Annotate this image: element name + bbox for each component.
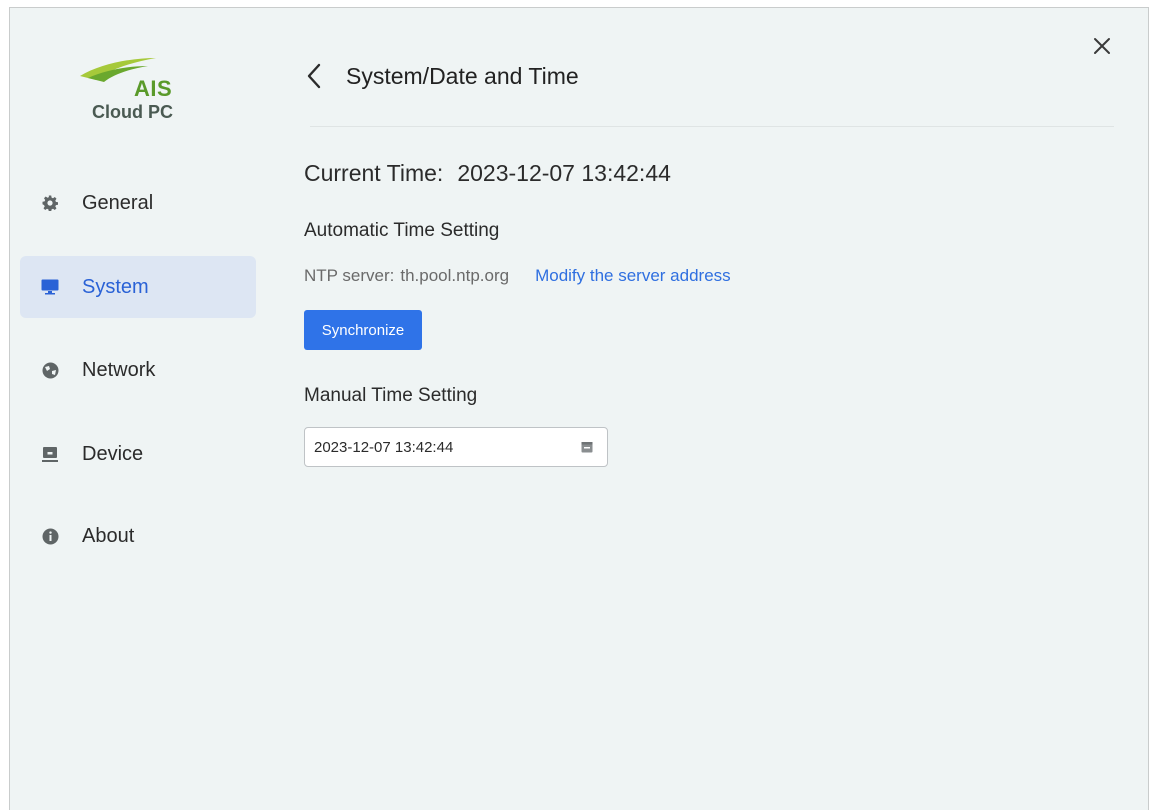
manual-time-section-title: Manual Time Setting bbox=[304, 385, 478, 406]
logo-brand-text: AIS bbox=[134, 76, 173, 101]
header-divider bbox=[310, 126, 1114, 127]
sidebar-item-label: Device bbox=[82, 442, 144, 465]
logo-product-text: Cloud PC bbox=[92, 102, 173, 122]
gear-icon bbox=[40, 193, 60, 213]
auto-time-section-title: Automatic Time Setting bbox=[304, 220, 500, 241]
sidebar-item-device[interactable]: Device bbox=[20, 423, 256, 485]
chevron-left-icon bbox=[307, 63, 321, 89]
ntp-server-label: NTP server: bbox=[304, 266, 395, 285]
current-time-value: 2023-12-07 13:42:44 bbox=[457, 160, 671, 186]
synchronize-button[interactable]: Synchronize bbox=[304, 310, 422, 350]
current-time-label: Current Time: bbox=[304, 160, 444, 186]
ais-logo: AIS Cloud PC bbox=[78, 54, 198, 144]
device-icon bbox=[40, 444, 60, 464]
ntp-server-value: th.pool.ntp.org bbox=[400, 266, 510, 285]
manual-datetime-input[interactable] bbox=[314, 438, 554, 456]
page-header: System/Date and Time bbox=[306, 58, 579, 94]
current-time: Current Time: 2023-12-07 13:42:44 bbox=[304, 160, 671, 187]
modify-server-link[interactable]: Modify the server address bbox=[535, 266, 731, 286]
sidebar-item-about[interactable]: About bbox=[20, 505, 256, 567]
monitor-icon bbox=[40, 277, 60, 297]
ntp-server-row: NTP server: th.pool.ntp.org Modify the s… bbox=[304, 266, 731, 286]
sidebar-item-label: Network bbox=[82, 358, 156, 381]
manual-datetime-field[interactable] bbox=[304, 427, 608, 467]
info-icon bbox=[40, 526, 60, 546]
globe-icon bbox=[40, 360, 60, 380]
sidebar-item-label: General bbox=[82, 191, 154, 214]
close-button[interactable] bbox=[1090, 34, 1114, 58]
calendar-icon[interactable] bbox=[581, 441, 593, 453]
sidebar-item-general[interactable]: General bbox=[20, 172, 256, 234]
close-icon bbox=[1094, 38, 1110, 54]
sidebar-item-system[interactable]: System bbox=[20, 256, 256, 318]
sidebar-item-label: System bbox=[82, 275, 149, 298]
sidebar-item-network[interactable]: Network bbox=[20, 339, 256, 401]
settings-window: AIS Cloud PC General System Network Devi… bbox=[9, 7, 1149, 810]
sidebar-item-label: About bbox=[82, 524, 135, 547]
page-title: System/Date and Time bbox=[346, 62, 579, 89]
back-button[interactable] bbox=[306, 62, 328, 90]
